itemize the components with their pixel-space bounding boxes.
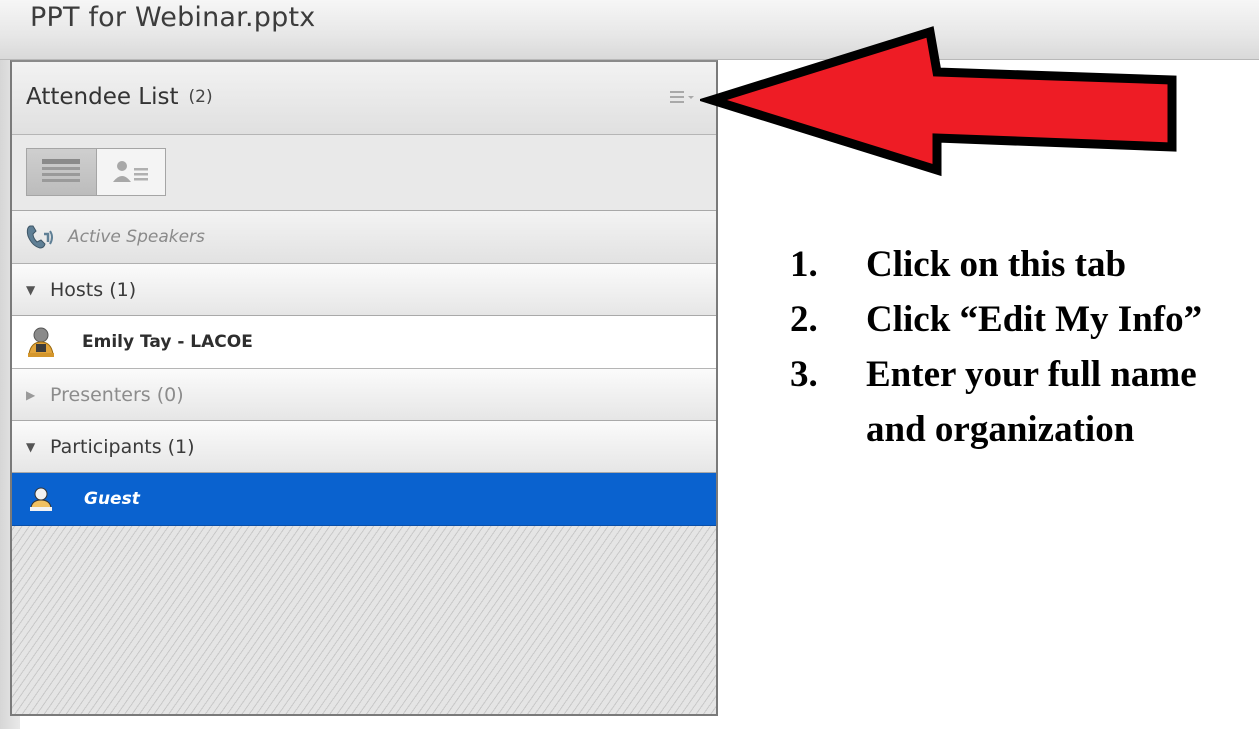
attendee-row-participant[interactable]: Guest (12, 473, 716, 526)
participant-name: Guest (84, 489, 140, 509)
pod-title-label: Attendee List (26, 84, 179, 110)
step-number: 1. (790, 244, 818, 285)
group-presenters-header[interactable]: ▶ Presenters (0) (12, 369, 716, 421)
view-mode-toggle (26, 148, 166, 196)
step-continuation: and organization (866, 409, 1135, 450)
attendee-card-icon (112, 161, 148, 182)
host-avatar-icon (28, 327, 54, 357)
expanded-triangle-icon: ▼ (26, 282, 36, 297)
group-participants-header[interactable]: ▼ Participants (1) (12, 421, 716, 473)
attendee-list-pod: Attendee List (2) Active Speakers ▼ Host… (10, 60, 718, 716)
step-text: Click on this tab (866, 244, 1127, 285)
step-number: 2. (790, 299, 818, 340)
pod-toolbar (12, 135, 716, 211)
participant-avatar-icon (30, 487, 52, 511)
pod-options-menu[interactable] (668, 88, 698, 106)
group-hosts-header[interactable]: ▼ Hosts (1) (12, 264, 716, 316)
expanded-triangle-icon: ▼ (26, 439, 36, 454)
step-text: Click “Edit My Info” (866, 299, 1203, 340)
list-menu-icon (670, 91, 694, 103)
host-name: Emily Tay - LACOE (82, 332, 253, 352)
instruction-step-2: 2. Click “Edit My Info” (790, 292, 1202, 347)
instruction-list: 1. Click on this tab 2. Click “Edit My I… (790, 237, 1202, 457)
list-view-button[interactable] (27, 149, 97, 195)
pod-header: Attendee List (2) (12, 62, 716, 135)
instruction-step-3: 3. Enter your full name (790, 347, 1202, 402)
attendee-view-button[interactable] (97, 149, 166, 195)
group-hosts-label: Hosts (1) (50, 278, 137, 301)
red-arrow-pointer (700, 26, 1177, 177)
collapsed-triangle-icon: ▶ (26, 387, 36, 402)
group-participants-label: Participants (1) (50, 435, 195, 458)
pod-title: Attendee List (2) (26, 84, 213, 110)
step-text: Enter your full name (866, 354, 1197, 395)
attendee-row-host[interactable]: Emily Tay - LACOE (12, 316, 716, 369)
group-presenters-label: Presenters (0) (50, 383, 184, 406)
active-speakers-label: Active Speakers (68, 227, 205, 247)
empty-list-area (12, 526, 716, 714)
document-title: PPT for Webinar.pptx (30, 2, 316, 33)
step-number: 3. (790, 354, 818, 395)
instruction-step-1: 1. Click on this tab (790, 237, 1202, 292)
attendee-count: (2) (188, 87, 213, 107)
list-view-icon (42, 159, 81, 182)
active-speakers-row[interactable]: Active Speakers (12, 211, 716, 264)
phone-speaker-icon (26, 225, 53, 249)
